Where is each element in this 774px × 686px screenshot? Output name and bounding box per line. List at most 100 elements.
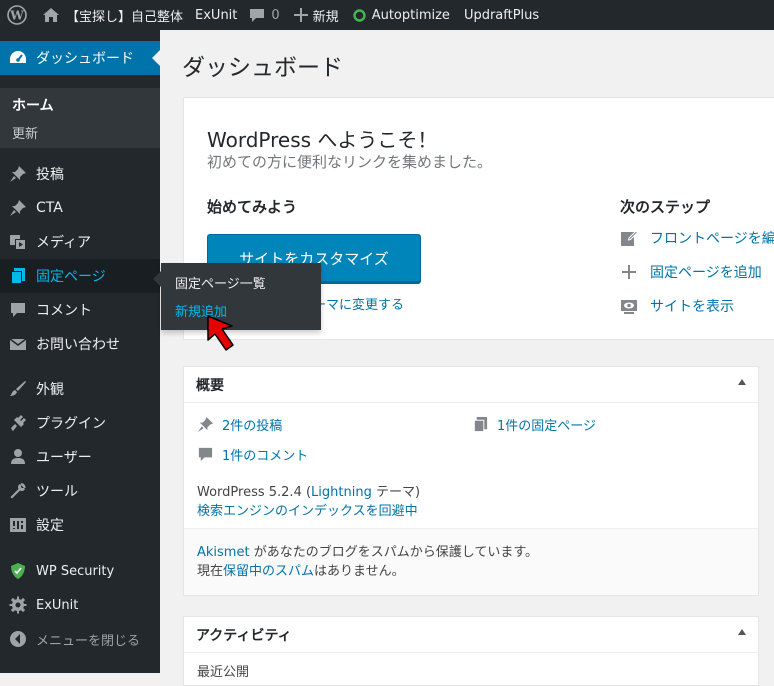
search-engine-warning-link[interactable]: 検索エンジンのインデックスを回避中 — [197, 500, 418, 519]
current-menu-arrow — [152, 50, 160, 66]
comments-menu[interactable]: 0 — [245, 0, 287, 30]
menu-settings[interactable]: 設定 — [0, 508, 160, 542]
pages-count-label: 1件の固定ページ — [497, 419, 597, 434]
menu-plugins[interactable]: プラグイン — [0, 406, 160, 440]
posts-count-link[interactable]: 2件の投稿 — [197, 415, 282, 434]
welcome-subtitle: 初めての方に便利なリンクを集めました。 — [207, 153, 493, 171]
submenu-updates[interactable]: 更新 — [12, 123, 38, 142]
sliders-icon — [0, 516, 36, 534]
menu-exunit[interactable]: ExUnit — [0, 588, 160, 622]
pin-icon — [0, 165, 36, 183]
collapse-toggle-icon[interactable] — [738, 629, 746, 635]
site-name: 【宝探し】自己整体 — [66, 9, 184, 25]
spam-prefix: 現在 — [197, 564, 224, 579]
view-site-link[interactable]: サイトを表示 — [620, 296, 734, 316]
front-page-link[interactable]: フロントページを編 — [620, 228, 774, 248]
menu-cta[interactable]: CTA — [0, 191, 160, 225]
menu-cta-label: CTA — [36, 200, 63, 216]
wp-logo-menu[interactable]: W — [0, 0, 36, 30]
menu-contact[interactable]: お問い合わせ — [0, 327, 160, 361]
theme-link[interactable]: Lightning — [311, 485, 372, 500]
widget-header[interactable]: 概要 — [184, 367, 758, 403]
plus-icon — [293, 8, 308, 22]
akismet-link[interactable]: Akismet — [197, 545, 250, 560]
site-name-menu[interactable]: 【宝探し】自己整体 — [36, 0, 191, 30]
front-page-label: フロントページを編 — [650, 231, 774, 247]
menu-media[interactable]: メディア — [0, 225, 160, 259]
akismet-message: があなたのブログをスパムから保護しています。 — [249, 545, 539, 560]
comment-icon — [0, 301, 36, 319]
plug-icon — [0, 414, 36, 432]
dashboard-submenu: ホーム 更新 — [0, 88, 160, 148]
collapse-menu-button[interactable]: メニューを閉じる — [0, 622, 160, 656]
menu-wp-security[interactable]: WP Security — [0, 554, 160, 588]
shield-icon — [0, 562, 36, 580]
exunit-menu[interactable]: ExUnit — [191, 0, 245, 30]
autoptimize-menu[interactable]: Autoptimize — [347, 0, 458, 30]
updraft-label: UpdraftPlus — [463, 7, 540, 23]
collapse-menu-label: メニューを閉じる — [36, 633, 141, 649]
admin-sidebar: ダッシュボード ホーム 更新 投稿 CTA メディア 固定ページ コメント お問… — [0, 30, 160, 673]
dashboard-icon — [0, 49, 36, 67]
submenu-home[interactable]: ホーム — [12, 95, 54, 115]
red-pointer-arrow-icon — [207, 315, 234, 351]
menu-tools[interactable]: ツール — [0, 474, 160, 508]
menu-posts[interactable]: 投稿 — [0, 157, 160, 191]
pin-icon — [0, 199, 36, 217]
edit-page-icon — [621, 230, 638, 246]
new-content-menu[interactable]: 新規 — [288, 0, 347, 30]
menu-plugins-label: プラグイン — [36, 416, 106, 432]
widget-title: 概要 — [196, 377, 224, 394]
pages-icon — [473, 416, 488, 433]
menu-comments-label: コメント — [36, 303, 92, 319]
menu-pages[interactable]: 固定ページ — [0, 259, 160, 293]
get-started-heading: 始めてみよう — [207, 198, 298, 216]
menu-comments[interactable]: コメント — [0, 293, 160, 327]
add-page-link[interactable]: 固定ページを追加 — [620, 262, 762, 282]
pages-count-link[interactable]: 1件の固定ページ — [472, 415, 596, 434]
menu-dashboard[interactable]: ダッシュボード — [0, 41, 160, 75]
exunit-label: ExUnit — [195, 7, 238, 23]
updraft-menu[interactable]: UpdraftPlus — [458, 0, 547, 30]
menu-appearance[interactable]: 外観 — [0, 372, 160, 406]
mail-icon — [0, 335, 36, 353]
pending-spam-link[interactable]: 保留中のスパム — [223, 564, 314, 579]
view-site-label: サイトを表示 — [650, 299, 734, 315]
widget-title: アクティビティ — [196, 627, 292, 644]
add-page-label: 固定ページを追加 — [650, 265, 762, 281]
flyout-all-pages[interactable]: 固定ページ一覧 — [175, 273, 266, 292]
collapse-arrow-icon — [0, 630, 36, 648]
media-icon — [0, 233, 36, 251]
comments-count-link[interactable]: 1件のコメント — [197, 445, 308, 464]
comment-bubble-icon — [250, 9, 265, 22]
menu-dashboard-label: ダッシュボード — [36, 51, 134, 67]
recently-published-heading: 最近公開 — [197, 665, 250, 680]
next-steps-heading: 次のステップ — [620, 198, 711, 216]
akismet-text: Akismet があなたのブログをスパムから保護しています。 — [197, 541, 538, 560]
spam-text: 現在保留中のスパムはありません。 — [197, 560, 405, 579]
menu-appearance-label: 外観 — [36, 382, 64, 398]
menu-media-label: メディア — [36, 235, 92, 251]
wrench-icon — [0, 482, 36, 500]
user-icon — [0, 448, 36, 466]
version-info: WordPress 5.2.4 (Lightning テーマ) — [197, 481, 420, 500]
comments-count: 0 — [271, 7, 280, 23]
menu-users[interactable]: ユーザー — [0, 440, 160, 474]
menu-pages-label: 固定ページ — [36, 269, 106, 285]
main-content: ダッシュボード WordPress へようこそ！ 初めての方に便利なリンクを集め… — [160, 30, 774, 686]
akismet-section: Akismet があなたのブログをスパムから保護しています。 現在保留中のスパム… — [184, 528, 758, 595]
plus-icon — [622, 265, 636, 279]
version-suffix: テーマ) — [371, 485, 421, 500]
welcome-title: WordPress へようこそ！ — [207, 128, 438, 152]
home-icon — [43, 8, 59, 22]
gear-icon — [0, 596, 36, 614]
admin-bar: W 【宝探し】自己整体 ExUnit 0 新規 Autoptimize Updr… — [0, 0, 774, 30]
activity-widget: アクティビティ 最近公開 — [183, 616, 759, 686]
version-prefix: WordPress 5.2.4 ( — [197, 485, 312, 500]
autoptimize-label: Autoptimize — [371, 7, 450, 23]
pages-icon — [0, 267, 36, 285]
menu-wp-security-label: WP Security — [36, 563, 115, 579]
collapse-toggle-icon[interactable] — [738, 379, 746, 385]
widget-header[interactable]: アクティビティ — [184, 617, 758, 653]
menu-posts-label: 投稿 — [36, 167, 64, 183]
